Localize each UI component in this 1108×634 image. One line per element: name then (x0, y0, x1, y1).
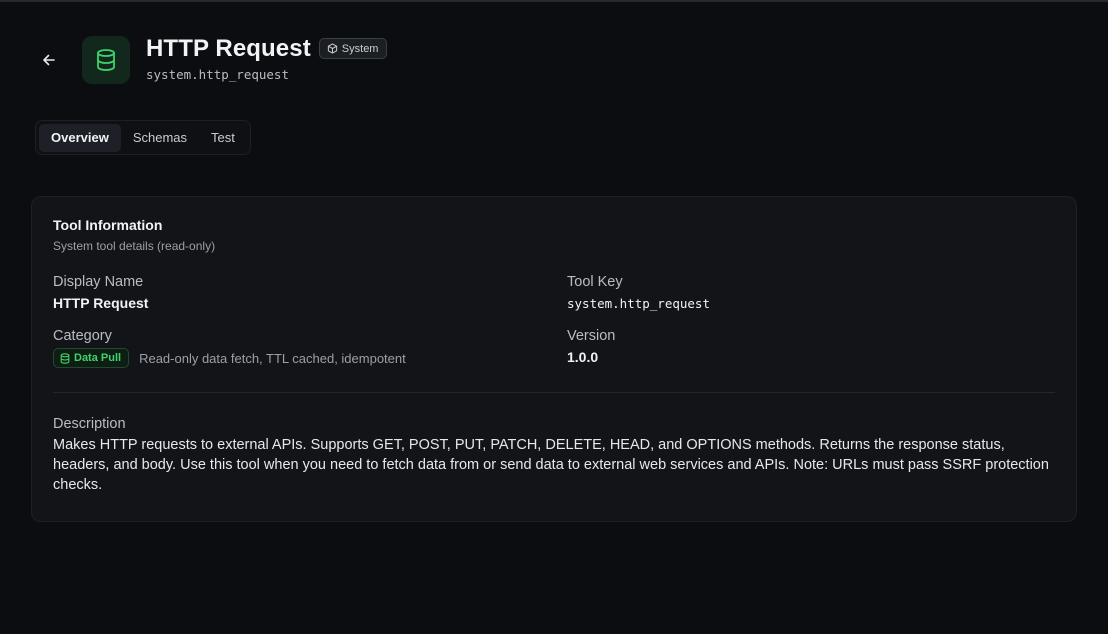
display-name-field: Display Name HTTP Request (53, 274, 567, 311)
tab-bar: Overview Schemas Test (35, 120, 251, 155)
system-badge: System (318, 38, 388, 59)
category-description: Read-only data fetch, TTL cached, idempo… (139, 350, 406, 366)
display-name-value: HTTP Request (53, 295, 149, 311)
description-label: Description (53, 416, 126, 432)
divider (53, 392, 1055, 393)
tool-information-card: Tool Information System tool details (re… (31, 196, 1077, 522)
display-name-label: Display Name (53, 274, 144, 290)
tool-key-value: system.http_request (567, 296, 710, 311)
database-icon (60, 352, 70, 364)
page-header: HTTP Request System system.http_request (36, 34, 388, 84)
version-field: Version 1.0.0 (567, 328, 1055, 368)
back-button[interactable] (36, 47, 62, 73)
version-value: 1.0.0 (567, 349, 599, 365)
system-badge-label: System (341, 42, 379, 55)
category-field: Category Data Pull Read-only data fetch,… (53, 328, 567, 368)
tab-overview[interactable]: Overview (39, 123, 121, 152)
description-field: Description Makes HTTP requests to exter… (53, 416, 1055, 495)
category-badge-label: Data Pull (74, 352, 122, 364)
version-label: Version (567, 328, 616, 344)
database-icon (97, 49, 115, 71)
card-title: Tool Information (53, 217, 163, 233)
category-badge: Data Pull (53, 348, 130, 368)
info-grid: Display Name HTTP Request Tool Key syste… (53, 274, 1055, 385)
tool-icon (82, 36, 130, 84)
cube-icon (327, 43, 337, 54)
tab-schemas[interactable]: Schemas (121, 124, 199, 152)
tool-key-subtitle: system.http_request (146, 66, 289, 82)
description-text: Makes HTTP requests to external APIs. Su… (53, 437, 1049, 493)
tool-key-label: Tool Key (567, 274, 623, 290)
tab-test[interactable]: Test (199, 124, 247, 152)
arrow-left-icon (43, 54, 55, 66)
page-title: HTTP Request (146, 34, 311, 62)
card-subtitle: System tool details (read-only) (53, 239, 216, 253)
category-label: Category (53, 328, 112, 344)
tool-key-field: Tool Key system.http_request (567, 274, 1055, 311)
